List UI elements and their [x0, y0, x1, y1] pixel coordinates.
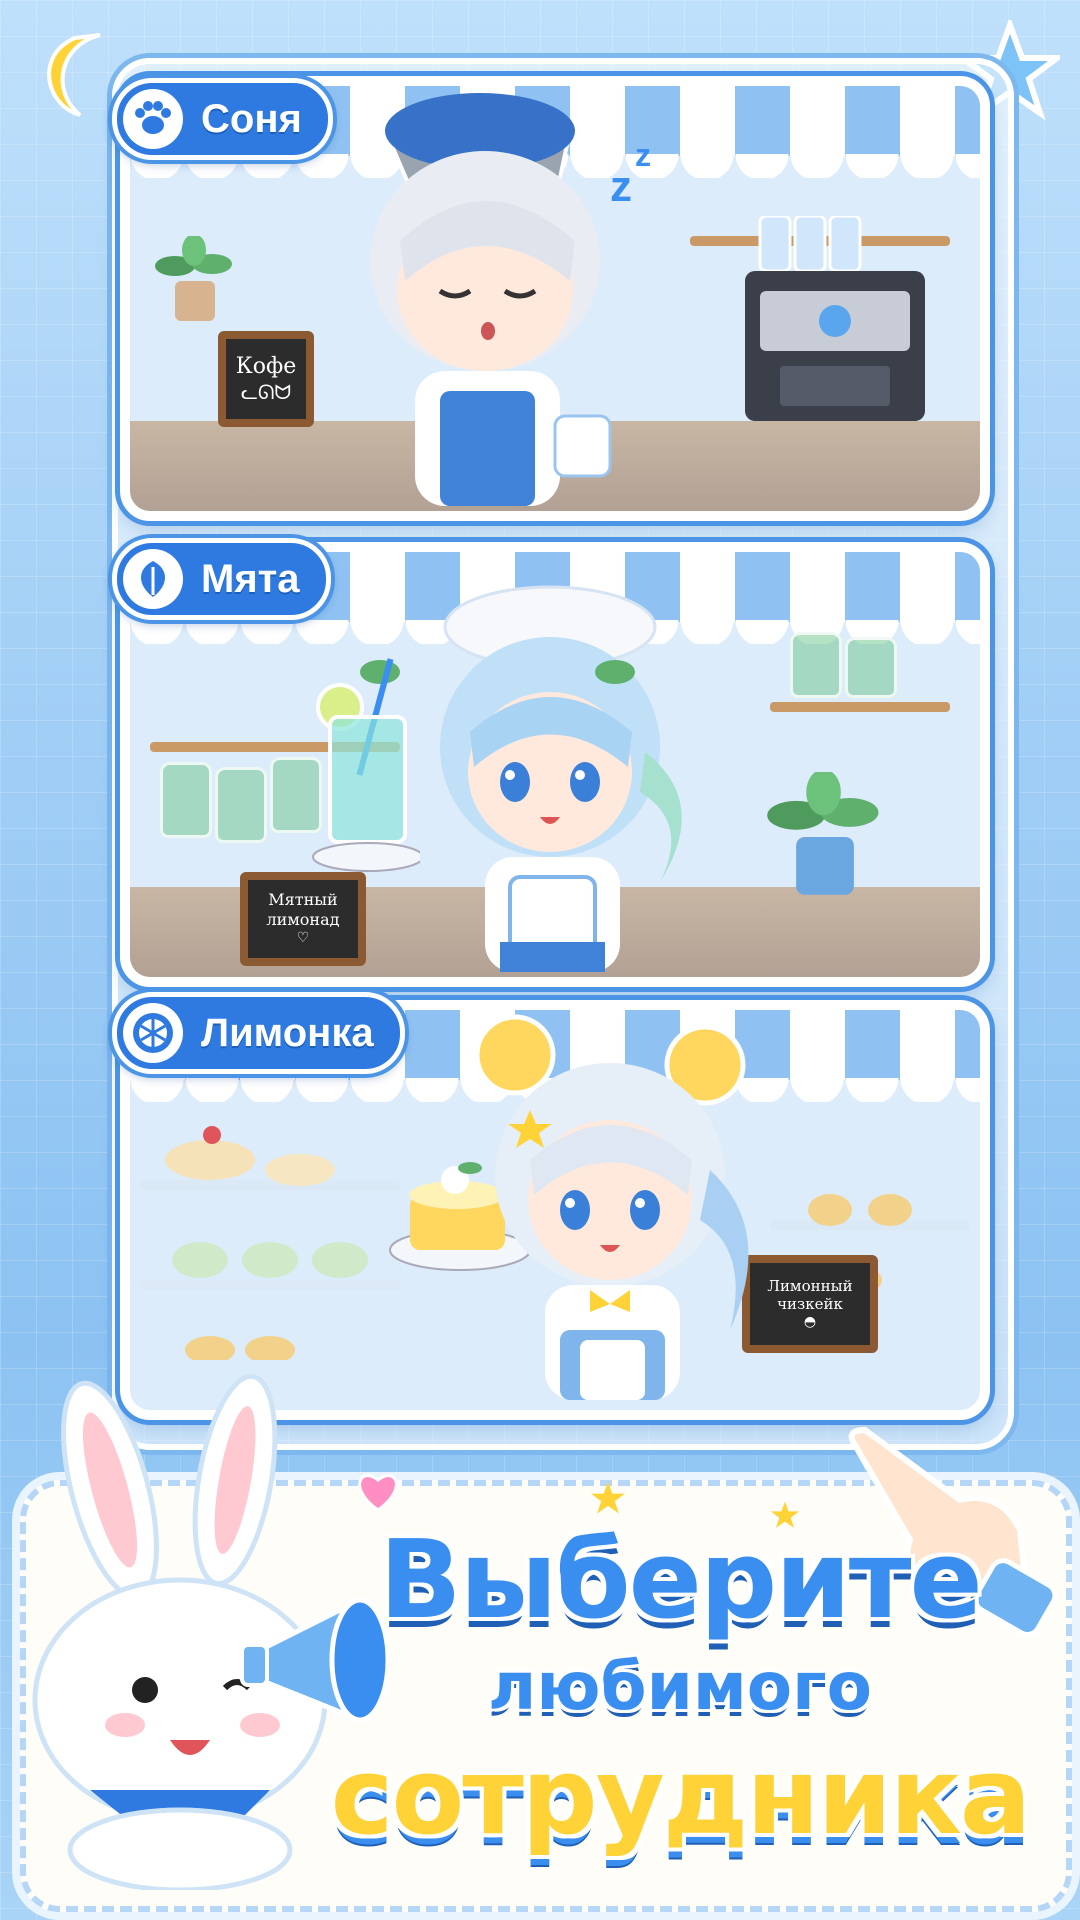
lemon-doodle-icon: ◓ — [803, 1314, 817, 1330]
sign-text: Мятный — [268, 890, 338, 910]
character-name: Соня — [201, 96, 302, 141]
character-name: Мята — [201, 556, 300, 601]
character-limonka — [474, 1014, 749, 1400]
heart-doodle-icon: ♡ — [296, 930, 310, 947]
headline-line-2: любимого — [488, 1648, 872, 1725]
jar — [845, 637, 897, 698]
character-myata — [440, 585, 682, 972]
lemon-slice-icon — [123, 1003, 183, 1063]
character-sonya: z z — [370, 93, 651, 506]
svg-text:z: z — [635, 137, 651, 173]
character-name: Лимонка — [201, 1010, 374, 1055]
svg-text:z: z — [610, 162, 632, 211]
star-icon — [591, 1481, 625, 1514]
coffee-machine — [745, 216, 925, 421]
chalkboard-sign: Мятный лимонад ♡ — [240, 872, 366, 966]
jar — [160, 762, 212, 838]
leaf-icon — [123, 549, 183, 609]
sign-text: чизкейк — [777, 1295, 843, 1314]
potted-plant — [155, 236, 232, 321]
sign-text: лимонад — [266, 910, 340, 930]
name-badge-limonka[interactable]: Лимонка — [112, 992, 405, 1074]
name-badge-myata[interactable]: Мята — [112, 538, 331, 620]
potted-plant — [767, 772, 879, 895]
headline-line-1: Выберите — [379, 1518, 982, 1643]
shelf — [770, 702, 950, 712]
sign-text: Лимонный — [767, 1276, 853, 1295]
headline-line-3: сотрудника — [330, 1735, 1032, 1858]
cat-doodle-icon: ᓚᘏᗢ — [240, 380, 292, 405]
cake-display — [165, 1126, 368, 1360]
sign-text: Кофе — [235, 353, 297, 379]
paw-icon — [123, 89, 183, 149]
jar — [790, 632, 842, 698]
moon-icon — [47, 33, 101, 117]
jar — [215, 767, 267, 843]
name-badge-sonya[interactable]: Соня — [112, 78, 333, 160]
chalkboard-sign: Кофе ᓚᘏᗢ — [218, 331, 314, 427]
